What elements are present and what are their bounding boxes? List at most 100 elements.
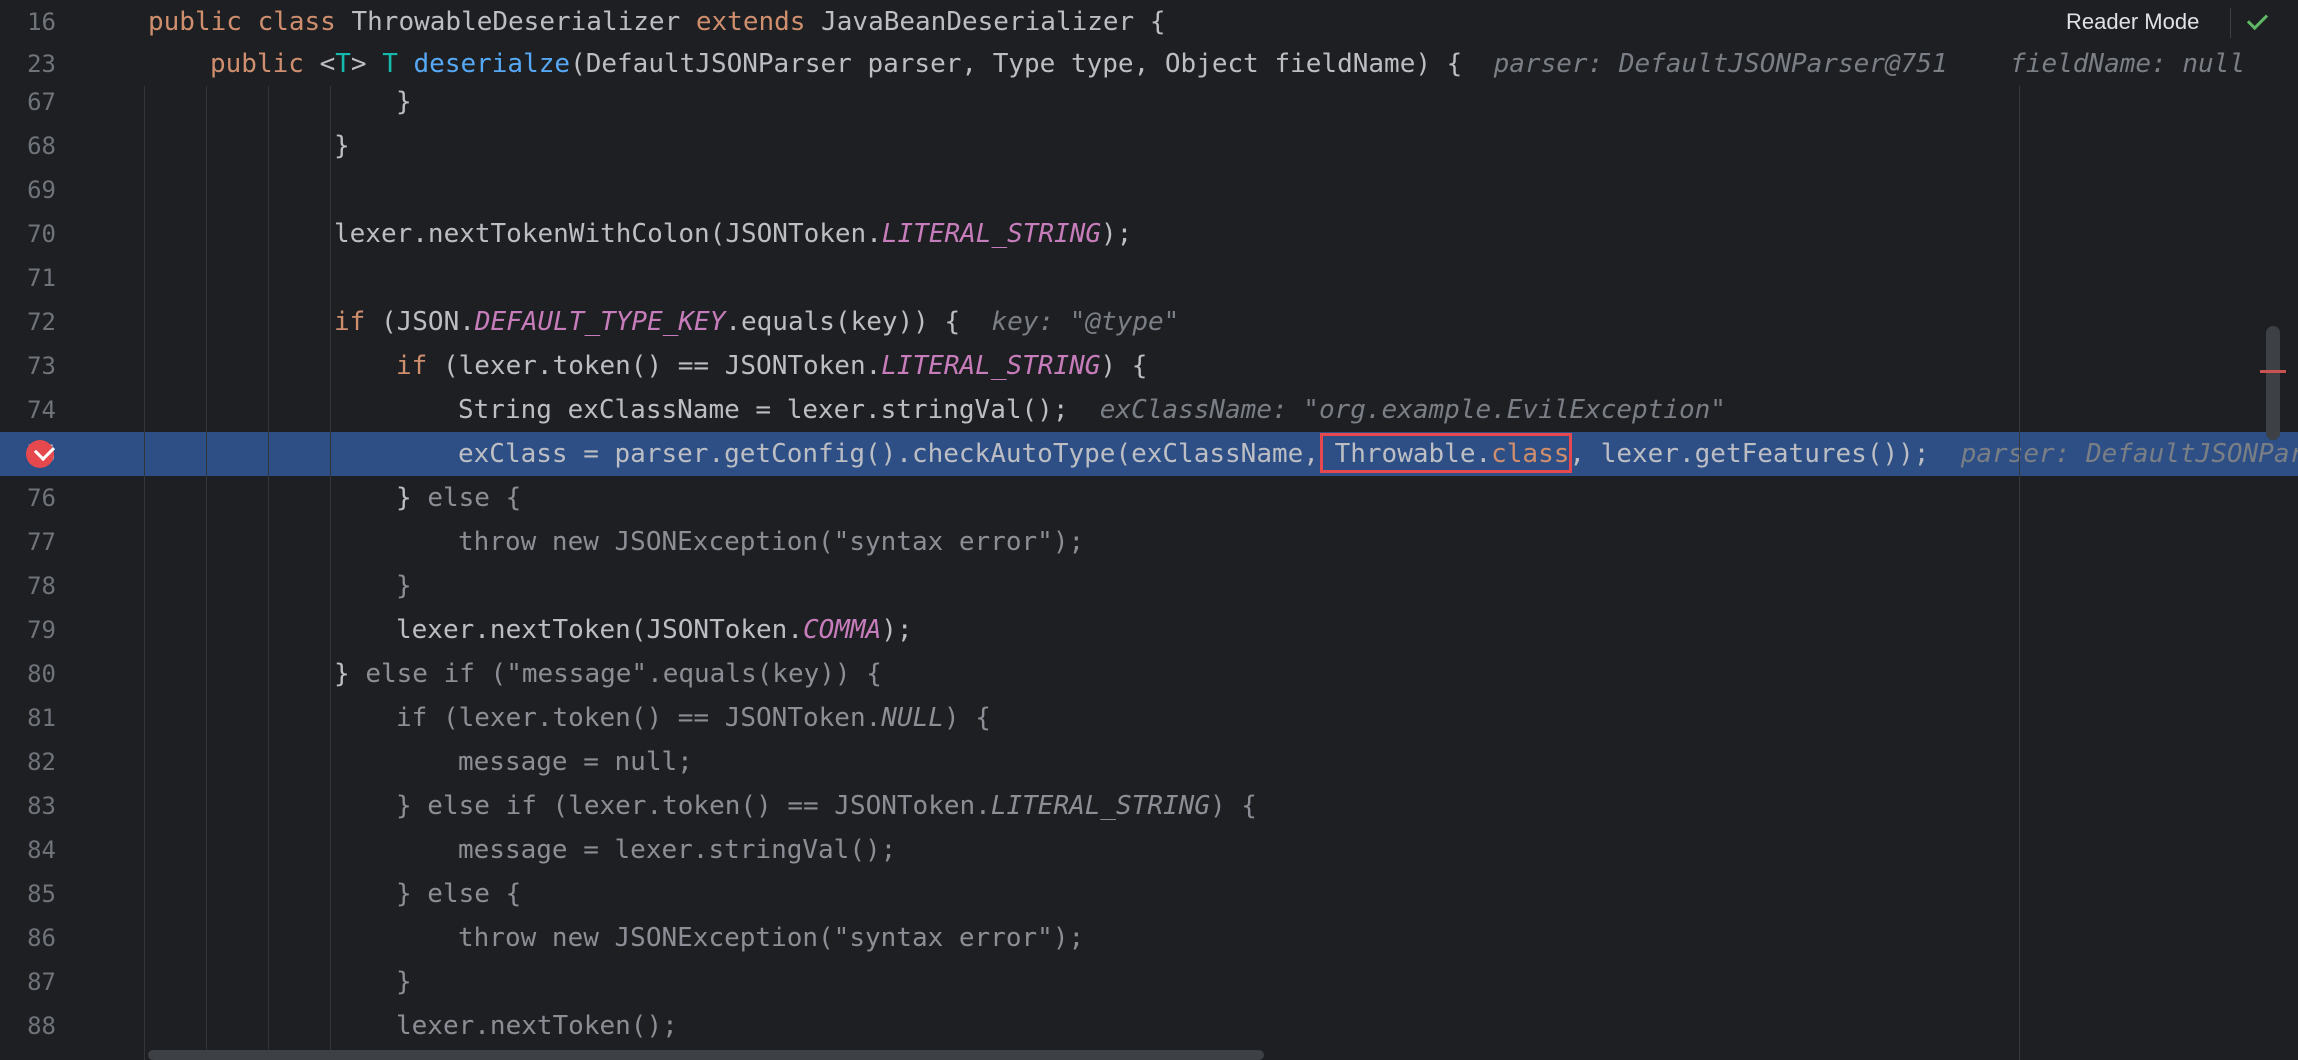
- code-token: } else if (lexer.token() == JSONToken.: [396, 791, 991, 821]
- line-number[interactable]: 81: [0, 696, 56, 740]
- code-editor[interactable]: Reader Mode 16 public class ThrowableDese…: [0, 0, 2298, 1060]
- code-token: lexer.nextToken();: [396, 1011, 678, 1041]
- code-text: message = null;: [458, 740, 693, 784]
- code-token: JavaBeanDeserializer {: [821, 7, 1166, 37]
- indent-guide: [144, 86, 145, 1060]
- code-text: }: [396, 80, 412, 124]
- inline-debug-value: exClassName: "org.example.EvilException": [1099, 395, 1726, 425]
- line-number[interactable]: 70: [0, 212, 56, 256]
- code-token: if: [334, 307, 381, 337]
- code-token: String exClassName = lexer.stringVal();: [458, 395, 1100, 425]
- code-token: DEFAULT_TYPE_KEY: [474, 307, 726, 337]
- line-number[interactable]: 68: [0, 124, 56, 168]
- line-number[interactable]: 78: [0, 564, 56, 608]
- line-number[interactable]: 88: [0, 1004, 56, 1048]
- code-line[interactable]: 80 } else if ("message".equals(key)) {: [0, 652, 2298, 696]
- code-text: } else if ("message".equals(key)) {: [334, 652, 882, 696]
- code-text: } else if (lexer.token() == JSONToken.LI…: [396, 784, 1257, 828]
- code-line[interactable]: 79 lexer.nextToken(JSONToken.COMMA);: [0, 608, 2298, 652]
- code-token: throw new JSONException("syntax error");: [458, 923, 1085, 953]
- code-token: lexer.nextTokenWithColon(JSONToken.: [334, 219, 882, 249]
- line-number[interactable]: 85: [0, 872, 56, 916]
- line-number[interactable]: 69: [0, 168, 56, 212]
- code-token: COMMA: [803, 615, 882, 645]
- line-number[interactable]: 74: [0, 388, 56, 432]
- code-text: public class ThrowableDeserializer exten…: [148, 0, 1165, 44]
- code-token: ) {: [1100, 351, 1148, 381]
- line-number[interactable]: 72: [0, 300, 56, 344]
- code-token: LITERAL_STRING: [881, 219, 1102, 249]
- line-number[interactable]: 82: [0, 740, 56, 784]
- code-line[interactable]: 16 public class ThrowableDeserializer ext…: [0, 0, 2298, 44]
- code-line[interactable]: 71: [0, 256, 2298, 300]
- line-number[interactable]: 73: [0, 344, 56, 388]
- code-token: T: [335, 49, 351, 79]
- code-token: ) {: [1209, 791, 1257, 821]
- code-text: if (lexer.token() == JSONToken.NULL) {: [396, 696, 991, 740]
- line-number[interactable]: 23: [0, 42, 56, 86]
- code-text: lexer.nextToken(JSONToken.COMMA);: [396, 608, 913, 652]
- code-line[interactable]: 69: [0, 168, 2298, 212]
- code-token: LITERAL_STRING: [881, 351, 1101, 381]
- code-line[interactable]: 77 throw new JSONException("syntax error"…: [0, 520, 2298, 564]
- code-token: (lexer.token() == JSONToken.: [442, 351, 882, 381]
- code-text: throw new JSONException("syntax error");: [458, 916, 1084, 960]
- code-line[interactable]: 85 } else {: [0, 872, 2298, 916]
- code-line[interactable]: 86 throw new JSONException("syntax error"…: [0, 916, 2298, 960]
- line-number[interactable]: 16: [0, 0, 56, 44]
- code-line[interactable]: 67}: [0, 80, 2298, 124]
- code-line[interactable]: 70 lexer.nextTokenWithColon(JSONToken.LIT…: [0, 212, 2298, 256]
- vertical-scrollbar-thumb[interactable]: [2266, 326, 2280, 440]
- code-line[interactable]: 81 if (lexer.token() == JSONToken.NULL) {: [0, 696, 2298, 740]
- code-token: else if ("message".equals(key)) {: [365, 659, 882, 689]
- code-line[interactable]: 76 } else {: [0, 476, 2298, 520]
- line-number[interactable]: 87: [0, 960, 56, 1004]
- line-number[interactable]: 84: [0, 828, 56, 872]
- line-number[interactable]: 79: [0, 608, 56, 652]
- code-token: public class: [148, 7, 352, 37]
- code-token: else {: [427, 483, 522, 513]
- code-text: public <T> T deserialze(DefaultJSONParse…: [210, 42, 2245, 86]
- horizontal-scrollbar-thumb[interactable]: [148, 1050, 1264, 1060]
- code-text: lexer.nextToken();: [396, 1004, 678, 1048]
- line-number[interactable]: 76: [0, 476, 56, 520]
- code-line[interactable]: 68}: [0, 124, 2298, 168]
- code-text: String exClassName = lexer.stringVal(); …: [458, 388, 1726, 432]
- code-line[interactable]: 87}: [0, 960, 2298, 1004]
- code-line[interactable]: 78}: [0, 564, 2298, 608]
- inline-debug-value: key: "@type": [991, 307, 1180, 337]
- code-line[interactable]: 82 message = null;: [0, 740, 2298, 784]
- code-line[interactable]: 73 if (lexer.token() == JSONToken.LITERAL…: [0, 344, 2298, 388]
- code-line[interactable]: 74 String exClassName = lexer.stringVal()…: [0, 388, 2298, 432]
- line-number[interactable]: 83: [0, 784, 56, 828]
- code-token: ) {: [943, 703, 991, 733]
- code-token: if: [396, 351, 443, 381]
- line-number[interactable]: 67: [0, 80, 56, 124]
- code-text: }: [396, 960, 412, 1004]
- code-text: } else {: [396, 872, 521, 916]
- line-number[interactable]: 86: [0, 916, 56, 960]
- code-token: }: [396, 87, 412, 117]
- code-token: );: [881, 615, 913, 645]
- code-line[interactable]: 88 lexer.nextToken();: [0, 1004, 2298, 1048]
- code-line[interactable]: 83 } else if (lexer.token() == JSONToken.…: [0, 784, 2298, 828]
- code-token: }: [334, 131, 350, 161]
- code-line[interactable]: 84 message = lexer.stringVal();: [0, 828, 2298, 872]
- code-token: LITERAL_STRING: [990, 791, 1210, 821]
- code-text: if (lexer.token() == JSONToken.LITERAL_S…: [396, 344, 1147, 388]
- code-text: lexer.nextTokenWithColon(JSONToken.LITER…: [334, 212, 1132, 256]
- code-token: deserialze: [413, 49, 571, 79]
- current-execution-line[interactable]: 75exClass = parser.getConfig().checkAuto…: [0, 432, 2298, 476]
- code-token: <: [319, 49, 336, 79]
- error-stripe-mark[interactable]: [2260, 370, 2286, 373]
- reader-mode-button[interactable]: Reader Mode: [2066, 6, 2199, 38]
- line-number[interactable]: 71: [0, 256, 56, 300]
- code-token: (DefaultJSONParser parser, Type type, Ob…: [570, 49, 1494, 79]
- line-number[interactable]: 80: [0, 652, 56, 696]
- code-text: } else {: [396, 476, 521, 520]
- code-line[interactable]: 72 if (JSON.DEFAULT_TYPE_KEY.equals(key))…: [0, 300, 2298, 344]
- line-number[interactable]: 77: [0, 520, 56, 564]
- indent-guide: [330, 86, 331, 1060]
- code-token: , lexer.getFeatures());: [1569, 439, 1961, 469]
- code-line[interactable]: 23 public <T> T deserialze(DefaultJSONPar…: [0, 42, 2298, 86]
